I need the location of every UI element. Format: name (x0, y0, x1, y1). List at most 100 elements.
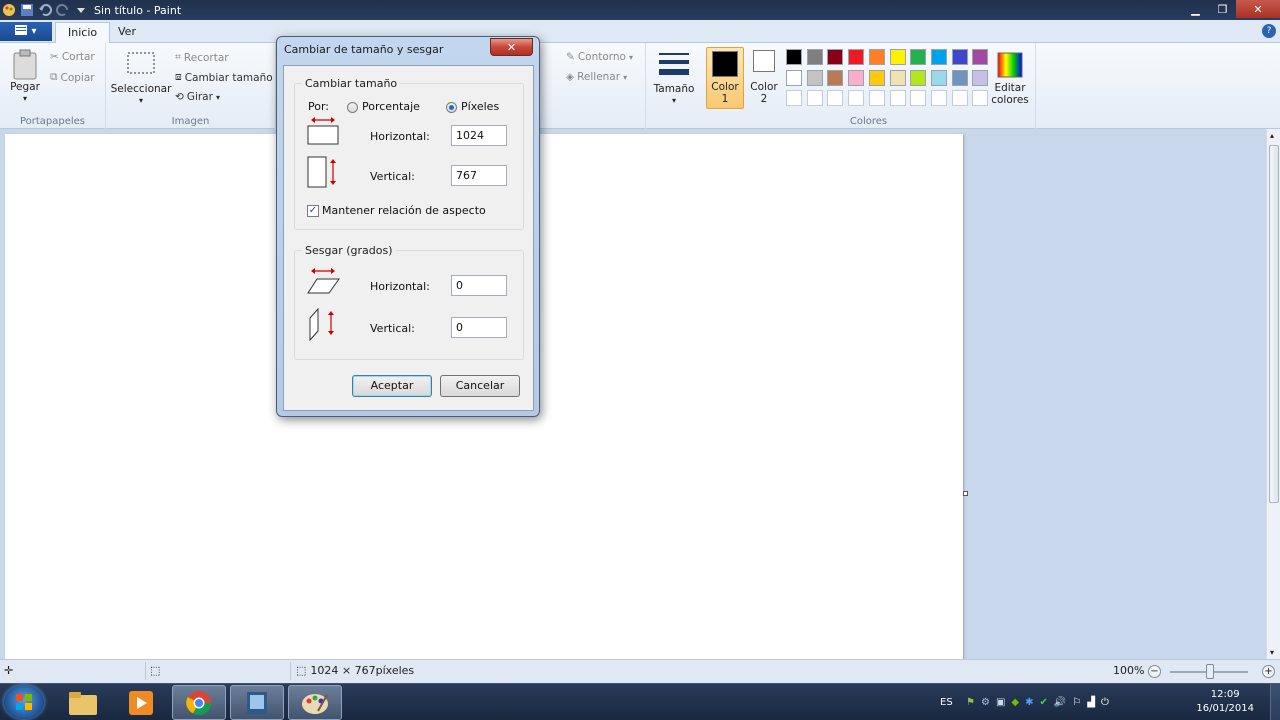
tray-app-icon[interactable]: ⚑ (966, 697, 975, 708)
app-taskbar-button[interactable] (230, 685, 284, 720)
rotate-button[interactable]: ⟲ Girar ▾ (175, 91, 220, 103)
palette-swatch[interactable] (910, 90, 927, 106)
palette-swatch[interactable] (806, 49, 823, 65)
crop-button[interactable]: ⌗ Recortar (175, 51, 229, 64)
tray-settings-icon[interactable]: ⚙ (981, 697, 990, 708)
undo-icon[interactable] (38, 3, 52, 17)
color2-button[interactable]: Color 2 (748, 50, 780, 105)
action-center-flag-icon[interactable]: ⚐ (1072, 697, 1081, 708)
help-icon[interactable]: ? (1262, 24, 1276, 38)
palette-swatch[interactable] (786, 49, 802, 65)
keep-aspect-checkbox[interactable]: ✓ (307, 205, 319, 217)
close-window-button[interactable]: ✕ (1236, 0, 1280, 18)
tray-nvidia-icon[interactable]: ◆ (1011, 697, 1019, 708)
palette-swatch[interactable] (930, 90, 947, 106)
scroll-up-icon[interactable]: ▴ (1270, 131, 1274, 140)
ribbon: Pegar ▾ ✂ Cortar ⧉ Copiar Portapapeles Sel… (0, 43, 1280, 129)
volume-icon[interactable]: 🔊 (1054, 697, 1066, 708)
palette-swatch[interactable] (806, 90, 823, 106)
palette-swatch[interactable] (848, 90, 865, 106)
show-desktop-button[interactable] (1270, 684, 1280, 720)
fill-button[interactable]: ◈ Rellenar ▾ (566, 71, 627, 83)
palette-swatch[interactable] (848, 69, 865, 86)
resize-vertical-input[interactable]: 767 (451, 165, 507, 186)
palette-swatch[interactable] (868, 90, 885, 106)
palette-swatch[interactable] (806, 69, 823, 86)
keep-aspect-label[interactable]: Mantener relación de aspecto (322, 204, 486, 217)
palette-swatch[interactable] (951, 90, 968, 106)
select-button[interactable]: Seleccionar ▾ (111, 51, 171, 107)
palette-swatch[interactable] (889, 69, 906, 86)
skew-horizontal-label: Horizontal: (370, 280, 430, 293)
palette-swatch[interactable] (827, 49, 844, 65)
palette-swatch[interactable] (972, 90, 989, 106)
scissors-icon: ✂ (50, 51, 59, 63)
tray-security-icon[interactable]: ✔ (1039, 697, 1047, 708)
tray-bluetooth-icon[interactable]: ✱ (1025, 697, 1033, 708)
scrollbar-thumb[interactable] (1269, 145, 1279, 503)
scroll-down-icon[interactable]: ▾ (1270, 648, 1274, 657)
start-button[interactable] (4, 685, 44, 719)
zoom-out-button[interactable]: − (1148, 665, 1161, 678)
palette-swatch[interactable] (910, 49, 927, 65)
palette-swatch[interactable] (889, 49, 906, 65)
minimize-button[interactable]: ▁ (1182, 0, 1209, 18)
color1-button[interactable]: Color 1 (706, 47, 744, 109)
outline-button[interactable]: ✎ Contorno ▾ (566, 51, 633, 63)
vertical-scrollbar[interactable]: ▴ ▾ (1266, 129, 1280, 659)
tray-device-icon[interactable]: ▣ (996, 697, 1005, 708)
resize-horizontal-input[interactable]: 1024 (451, 125, 507, 146)
dialog-close-button[interactable]: ✕ (490, 38, 533, 56)
skew-horizontal-input[interactable]: 0 (451, 275, 507, 296)
copy-button[interactable]: ⧉ Copiar (50, 71, 95, 84)
palette-swatch[interactable] (972, 49, 989, 65)
palette-swatch[interactable] (848, 49, 865, 65)
zoom-slider-thumb[interactable] (1206, 664, 1214, 679)
palette-swatch[interactable] (951, 69, 968, 86)
save-icon[interactable] (20, 3, 34, 17)
resize-button[interactable]: ⧈ Cambiar tamaño (175, 71, 273, 84)
palette-swatch[interactable] (868, 49, 885, 65)
clock[interactable]: 12:09 16/01/2014 (1196, 688, 1254, 716)
chrome-taskbar-button[interactable] (172, 685, 226, 720)
palette-swatch[interactable] (827, 90, 844, 106)
paint-menu-button[interactable]: ▾ (0, 22, 52, 41)
palette-swatch[interactable] (786, 69, 802, 86)
tab-view[interactable]: Ver (106, 22, 148, 43)
palette-swatch[interactable] (951, 49, 968, 65)
ok-button[interactable]: Aceptar (352, 375, 432, 397)
palette-swatch[interactable] (972, 69, 989, 86)
cut-button[interactable]: ✂ Cortar (50, 51, 95, 63)
cancel-button[interactable]: Cancelar (440, 375, 520, 397)
palette-swatch[interactable] (868, 69, 885, 86)
palette-swatch[interactable] (889, 90, 906, 106)
explorer-taskbar-button[interactable] (56, 685, 110, 720)
customize-qat-icon[interactable] (74, 3, 88, 17)
dialog-title: Cambiar de tamaño y sesgar (284, 43, 444, 56)
edit-colors-button[interactable]: Editar colores (991, 51, 1029, 106)
pixels-label[interactable]: Píxeles (461, 100, 499, 113)
maximize-button[interactable]: ❐ (1209, 0, 1236, 18)
tab-home[interactable]: Inicio (55, 22, 111, 43)
pixels-radio[interactable] (446, 102, 457, 113)
palette-swatch[interactable] (930, 69, 947, 86)
palette-swatch[interactable] (786, 90, 802, 106)
skew-vertical-input[interactable]: 0 (451, 317, 507, 338)
media-player-taskbar-button[interactable] (114, 685, 168, 720)
palette-swatch[interactable] (910, 69, 927, 86)
palette-swatch[interactable] (930, 49, 947, 65)
palette-swatch[interactable] (827, 69, 844, 86)
language-indicator[interactable]: ES (940, 684, 953, 720)
network-signal-icon[interactable]: ▟ (1087, 697, 1095, 708)
chevron-down-icon: ▾ (671, 96, 676, 105)
paste-button[interactable]: Pegar ▾ (10, 49, 40, 105)
paint-taskbar-button[interactable] (288, 685, 342, 720)
redo-icon[interactable] (56, 3, 70, 17)
zoom-in-button[interactable]: + (1262, 665, 1275, 678)
percent-label[interactable]: Porcentaje (362, 100, 420, 113)
canvas-resize-handle-right[interactable] (963, 491, 968, 496)
power-icon[interactable]: ⏻ (1101, 697, 1109, 708)
paint-app-icon[interactable] (2, 3, 16, 17)
size-button[interactable]: Tamaño ▾ (654, 51, 694, 107)
percent-radio[interactable] (347, 102, 358, 113)
